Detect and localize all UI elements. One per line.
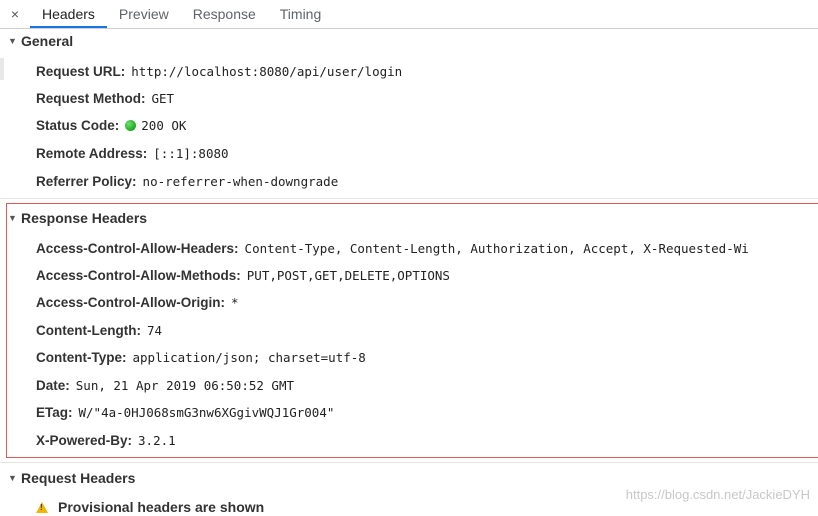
divider [0, 462, 818, 463]
divider [0, 198, 818, 199]
triangle-down-icon: ▼ [8, 473, 17, 483]
general-row-request-method: Request Method: GET [36, 88, 174, 108]
row-value[interactable]: 74 [147, 323, 162, 338]
general-row-referrer-policy: Referrer Policy: no-referrer-when-downgr… [36, 171, 338, 191]
response-row-etag: ETag: W/"4a-0HJ068smG3nw6XGgivWQJ1Gr004" [36, 402, 334, 422]
row-value[interactable]: 200 OK [141, 118, 186, 133]
row-key: Access-Control-Allow-Methods: [36, 267, 241, 283]
row-value[interactable]: Content-Type, Content-Length, Authorizat… [245, 241, 749, 256]
row-value[interactable]: http://localhost:8080/api/user/login [131, 64, 402, 79]
tab-headers[interactable]: Headers [30, 0, 107, 28]
row-key: Date: [36, 377, 70, 393]
row-key: Remote Address: [36, 145, 148, 161]
row-value[interactable]: [::1]:8080 [153, 146, 228, 161]
row-value[interactable]: no-referrer-when-downgrade [143, 174, 339, 189]
row-key: X-Powered-By: [36, 432, 133, 448]
row-key: Status Code: [36, 117, 120, 133]
triangle-down-icon: ▼ [8, 213, 17, 223]
tab-preview[interactable]: Preview [107, 0, 181, 28]
row-value[interactable]: W/"4a-0HJ068smG3nw6XGgivWQJ1Gr004" [79, 405, 335, 420]
response-row-content-type: Content-Type: application/json; charset=… [36, 347, 366, 367]
row-key: Referrer Policy: [36, 173, 137, 189]
general-row-request-url: Request URL: http://localhost:8080/api/u… [36, 61, 402, 81]
provisional-headers-warning: Provisional headers are shown [36, 497, 264, 516]
row-key: Request URL: [36, 63, 126, 79]
row-value[interactable]: application/json; charset=utf-8 [133, 350, 366, 365]
row-key: ETag: [36, 404, 73, 420]
section-request-headers-title: Request Headers [21, 470, 136, 486]
close-icon[interactable]: × [0, 0, 30, 28]
tab-timing[interactable]: Timing [268, 0, 334, 28]
response-row-acam: Access-Control-Allow-Methods: PUT,POST,G… [36, 265, 450, 285]
row-key: Access-Control-Allow-Origin: [36, 294, 226, 310]
tab-response[interactable]: Response [181, 0, 268, 28]
section-general-toggle[interactable]: ▼ General [8, 30, 73, 52]
response-row-acao: Access-Control-Allow-Origin: * [36, 292, 239, 312]
section-response-headers-title: Response Headers [21, 210, 148, 226]
row-value[interactable]: * [231, 295, 239, 310]
section-general-title: General [21, 33, 74, 49]
row-key: Content-Type: [36, 349, 127, 365]
status-ok-icon [125, 119, 137, 131]
triangle-down-icon: ▼ [8, 36, 17, 46]
watermark: https://blog.csdn.net/JackieDYH [625, 487, 810, 502]
general-row-status-code: Status Code: 200 OK [36, 115, 186, 135]
devtools-headers-panel: × Headers Preview Response Timing ▼ Gene… [0, 0, 818, 516]
gutter-mark [0, 58, 4, 80]
row-value[interactable]: PUT,POST,GET,DELETE,OPTIONS [247, 268, 450, 283]
tab-bar: × Headers Preview Response Timing [0, 0, 818, 29]
section-response-headers-toggle[interactable]: ▼ Response Headers [8, 207, 147, 229]
general-row-remote-address: Remote Address: [::1]:8080 [36, 143, 229, 163]
section-request-headers-toggle[interactable]: ▼ Request Headers [8, 467, 135, 489]
row-value[interactable]: Sun, 21 Apr 2019 06:50:52 GMT [76, 378, 294, 393]
row-value[interactable]: 3.2.1 [138, 433, 176, 448]
row-key: Request Method: [36, 90, 146, 106]
row-value[interactable]: GET [152, 91, 175, 106]
response-row-date: Date: Sun, 21 Apr 2019 06:50:52 GMT [36, 375, 294, 395]
warning-icon [36, 501, 48, 513]
warning-text: Provisional headers are shown [58, 499, 265, 515]
response-row-acah: Access-Control-Allow-Headers: Content-Ty… [36, 238, 749, 258]
row-key: Access-Control-Allow-Headers: [36, 240, 239, 256]
response-row-x-powered-by: X-Powered-By: 3.2.1 [36, 430, 176, 450]
response-row-content-length: Content-Length: 74 [36, 320, 162, 340]
row-key: Content-Length: [36, 322, 141, 338]
